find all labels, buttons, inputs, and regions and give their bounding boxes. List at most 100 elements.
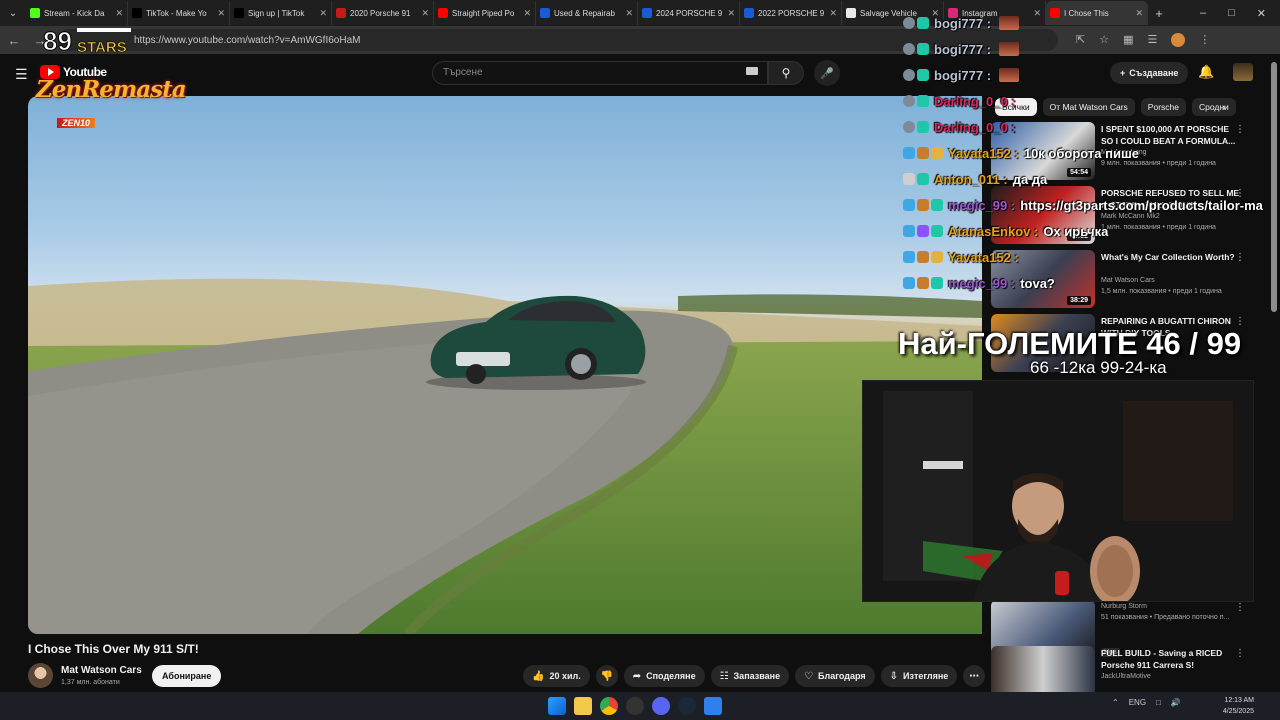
channel-avatar[interactable] bbox=[28, 663, 53, 688]
filter-chip[interactable]: Сродни bbox=[1191, 98, 1236, 116]
recommended-title[interactable]: What's My Car Collection Worth? bbox=[1101, 251, 1241, 263]
steam-icon[interactable] bbox=[678, 697, 696, 715]
extensions-icon[interactable]: ▦ bbox=[1123, 33, 1133, 47]
volume-icon[interactable]: 🔊 bbox=[1171, 698, 1181, 707]
tab-close-icon[interactable]: ✕ bbox=[217, 8, 225, 19]
new-tab-button[interactable]: + bbox=[1148, 6, 1170, 21]
tray-overflow-icon[interactable]: ⌃ bbox=[1112, 698, 1119, 707]
car-image bbox=[426, 295, 646, 390]
search-button[interactable]: ⚲ bbox=[768, 61, 804, 85]
browser-tab[interactable]: Used & Repairab ✕ bbox=[536, 1, 638, 25]
chat-badge-icon bbox=[903, 121, 915, 133]
media-controls-icon[interactable]: ☰ bbox=[1148, 33, 1158, 47]
network-icon[interactable]: □ bbox=[1156, 698, 1161, 707]
more-vert-icon[interactable]: ⋮ bbox=[1235, 124, 1245, 135]
keyboard-icon[interactable] bbox=[746, 67, 758, 75]
tab-close-icon[interactable]: ✕ bbox=[625, 8, 633, 19]
notifications-bell-icon[interactable]: 🔔 bbox=[1198, 64, 1214, 80]
tab-search-icon[interactable]: ⌄ bbox=[0, 0, 26, 26]
share-button[interactable]: ➦ Споделяне bbox=[623, 665, 705, 687]
windows-start-icon[interactable] bbox=[548, 697, 566, 715]
tab-close-icon[interactable]: ✕ bbox=[421, 8, 429, 19]
more-vert-icon[interactable]: ⋮ bbox=[1235, 648, 1245, 659]
recommended-channel[interactable]: Mat Watson Cars bbox=[1101, 277, 1155, 284]
zenremasta-logo: ZenRemasta bbox=[36, 76, 187, 103]
create-button[interactable]: + Създаване bbox=[1110, 62, 1189, 84]
chat-username: Yavata152 : bbox=[948, 145, 1019, 161]
open-in-app-icon[interactable]: ⇱ bbox=[1076, 33, 1085, 47]
browser-tab[interactable]: 2020 Porsche 91 ✕ bbox=[332, 1, 434, 25]
language-indicator[interactable]: ENG bbox=[1129, 698, 1146, 707]
browser-tab[interactable]: TikTok - Make Yo ✕ bbox=[128, 1, 230, 25]
bookmark-icon: ☷ bbox=[719, 670, 729, 682]
window-controls: – □ ✕ bbox=[1200, 7, 1280, 20]
chat-badge-icon bbox=[917, 251, 929, 263]
video-player[interactable] bbox=[28, 96, 982, 634]
download-button[interactable]: ⇩ Изтегляне bbox=[880, 665, 958, 687]
youtube-header: ☰ Youtube Търсене ⚲ 🎤 + Създаване 🔔 bbox=[0, 54, 1280, 92]
more-actions-button[interactable]: ⋯ bbox=[963, 665, 986, 687]
tab-close-icon[interactable]: ✕ bbox=[1033, 8, 1041, 19]
menu-icon[interactable]: ☰ bbox=[15, 66, 28, 83]
tab-favicon bbox=[642, 8, 652, 18]
account-avatar[interactable] bbox=[1233, 63, 1253, 81]
tab-favicon bbox=[744, 8, 754, 18]
browser-menu-icon[interactable]: ⋮ bbox=[1199, 33, 1210, 47]
clock[interactable]: 12:13 AM 4/25/2025 bbox=[1220, 695, 1254, 717]
recommended-channel[interactable]: Nurburg Storm bbox=[1101, 603, 1147, 610]
chat-text: да да bbox=[1012, 171, 1048, 187]
chat-badge-icon bbox=[903, 277, 915, 289]
maximize-icon[interactable]: □ bbox=[1228, 7, 1235, 20]
search-input[interactable]: Търсене bbox=[432, 61, 768, 85]
chrome-icon[interactable] bbox=[600, 697, 618, 715]
browser-tab[interactable]: 2024 PORSCHE 9 ✕ bbox=[638, 1, 740, 25]
create-label: Създаване bbox=[1129, 68, 1179, 78]
minimize-icon[interactable]: – bbox=[1200, 7, 1206, 20]
chat-username: Yavata152 : bbox=[948, 249, 1019, 265]
tab-close-icon[interactable]: ✕ bbox=[1135, 8, 1143, 19]
more-vert-icon[interactable]: ⋮ bbox=[1235, 602, 1245, 613]
obs-icon[interactable] bbox=[626, 697, 644, 715]
channel-name[interactable]: Mat Watson Cars bbox=[61, 665, 142, 676]
dislike-button[interactable]: 👎 bbox=[595, 665, 618, 687]
subscribe-button[interactable]: Абониране bbox=[152, 665, 222, 687]
filter-chip[interactable]: Porsche bbox=[1140, 98, 1186, 116]
chat-username: Anton_011 : bbox=[934, 171, 1008, 187]
back-icon[interactable]: ← bbox=[6, 33, 22, 48]
more-vert-icon[interactable]: ⋮ bbox=[1235, 252, 1245, 263]
chat-badge-icon bbox=[917, 95, 929, 107]
like-button[interactable]: 👍 20 хил. bbox=[523, 665, 590, 687]
chat-username: AtanasEnkov : bbox=[948, 223, 1039, 239]
chevron-right-icon[interactable]: › bbox=[1222, 102, 1226, 114]
browser-tab[interactable]: Stream - Kick Da ✕ bbox=[26, 1, 128, 25]
system-tray: ⌃ ENG □ 🔊 bbox=[1112, 698, 1181, 707]
app-icon[interactable] bbox=[704, 697, 722, 715]
chat-badge-icon bbox=[917, 173, 929, 185]
tab-close-icon[interactable]: ✕ bbox=[829, 8, 837, 19]
tab-close-icon[interactable]: ✕ bbox=[319, 8, 327, 19]
chat-badge-icon bbox=[903, 251, 915, 263]
chat-badge-icon bbox=[903, 43, 915, 55]
thanks-button[interactable]: ♡ Благодаря bbox=[795, 665, 875, 687]
recommended-channel[interactable]: JackUltraMotive bbox=[1101, 673, 1151, 680]
scrollbar[interactable] bbox=[1271, 62, 1277, 312]
tab-close-icon[interactable]: ✕ bbox=[727, 8, 735, 19]
tab-close-icon[interactable]: ✕ bbox=[115, 8, 123, 19]
recommended-title[interactable]: FULL BUILD - Saving a RICED Porsche 911 … bbox=[1101, 647, 1241, 671]
discord-icon[interactable] bbox=[652, 697, 670, 715]
tab-close-icon[interactable]: ✕ bbox=[523, 8, 531, 19]
bookmark-star-icon[interactable]: ☆ bbox=[1099, 33, 1109, 47]
browser-tab[interactable]: Sign up | TikTok ✕ bbox=[230, 1, 332, 25]
profile-avatar[interactable] bbox=[1171, 33, 1186, 47]
file-explorer-icon[interactable] bbox=[574, 697, 592, 715]
chat-badge-icon bbox=[917, 43, 929, 55]
close-window-icon[interactable]: ✕ bbox=[1257, 7, 1266, 20]
browser-tab[interactable]: 2022 PORSCHE 9 ✕ bbox=[740, 1, 842, 25]
save-button[interactable]: ☷ Запазване bbox=[710, 665, 790, 687]
browser-tab[interactable]: Straight Piped Po ✕ bbox=[434, 1, 536, 25]
tab-favicon bbox=[132, 8, 142, 18]
filter-chip[interactable]: От Mat Watson Cars bbox=[1042, 98, 1135, 116]
voice-search-button[interactable]: 🎤 bbox=[814, 60, 840, 86]
chat-username: megic_99 : bbox=[948, 275, 1016, 291]
browser-tab[interactable]: I Chose This ✕ bbox=[1046, 1, 1148, 25]
